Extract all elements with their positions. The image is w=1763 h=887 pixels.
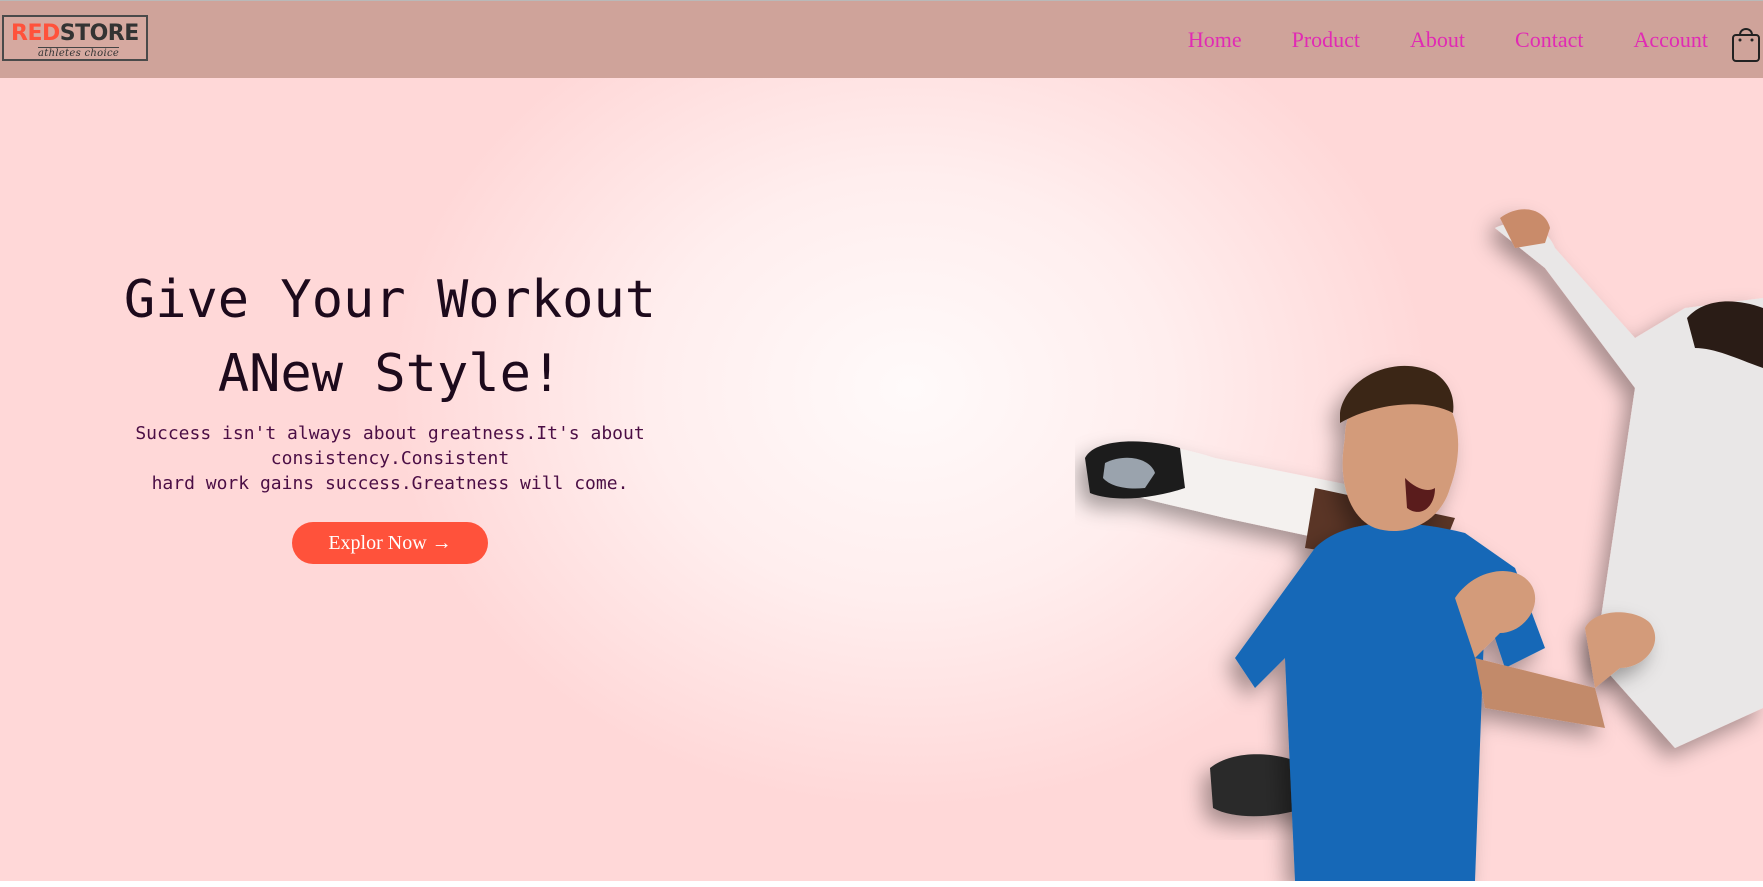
logo-wordmark: REDSTORE	[11, 21, 139, 46]
explore-now-button[interactable]: Explor Now →	[292, 522, 488, 564]
hero-description: Success isn't always about greatness.It'…	[135, 423, 645, 494]
hero-title-line1: Give Your Workout	[123, 270, 657, 330]
hero-title-line2: ANew Style!	[217, 344, 563, 404]
hero-section: Give Your Workout ANew Style! Success is…	[0, 78, 1763, 881]
hero-athletes-image	[1075, 188, 1763, 881]
nav-link-product[interactable]: Product	[1292, 25, 1360, 55]
nav-link-contact[interactable]: Contact	[1515, 25, 1583, 55]
page-bottom-edge	[0, 881, 1763, 887]
hero-text-block: Give Your Workout ANew Style! Success is…	[80, 263, 700, 564]
nav-link-home[interactable]: Home	[1188, 25, 1242, 55]
hero-title: Give Your Workout ANew Style!	[80, 263, 700, 411]
store-logo[interactable]: REDSTORE athletes choice	[2, 15, 148, 61]
shopping-bag-icon[interactable]	[1731, 23, 1761, 63]
navbar: REDSTORE athletes choice Home Product Ab…	[0, 0, 1763, 78]
nav-link-account[interactable]: Account	[1633, 25, 1708, 55]
main-nav: Home Product About Contact Account	[1138, 25, 1708, 55]
nav-link-about[interactable]: About	[1410, 25, 1465, 55]
logo-tagline: athletes choice	[38, 47, 120, 59]
